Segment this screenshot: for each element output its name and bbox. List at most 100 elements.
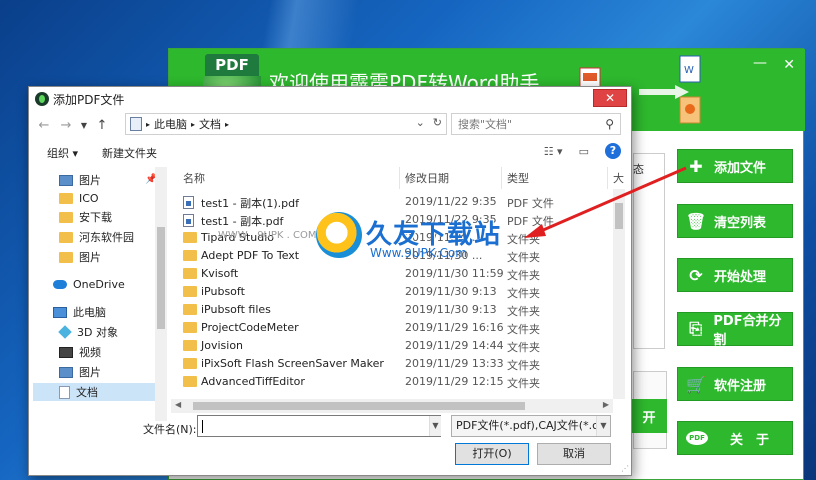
tree-item-documents[interactable]: 文档 [33, 383, 163, 401]
file-date: 2019/11/30 11:59 [405, 267, 504, 280]
folder-row[interactable]: iPubsoft files 2019/11/30 9:13 文件夹 [171, 301, 611, 319]
watermark-url: Www.9UPK.Com [370, 246, 467, 260]
file-name: test1 - 副本.pdf [201, 215, 284, 228]
folder-row[interactable]: iPubsoft 2019/11/30 9:13 文件夹 [171, 283, 611, 301]
tree-item-anxiazai[interactable]: 安下载 [33, 208, 163, 226]
clear-list-label: 清空列表 [714, 215, 767, 231]
back-arrow-icon[interactable]: ← [33, 118, 55, 133]
tree-item-hedong[interactable]: 河东软件园 [33, 228, 163, 246]
pdf-file-icon [183, 214, 194, 227]
cancel-button[interactable]: 取消 [537, 443, 611, 465]
folder-row[interactable]: Jovision 2019/11/29 14:44 文件夹 [171, 337, 611, 355]
address-dropdown-icon[interactable]: ▸ [146, 120, 150, 129]
dialog-titlebar[interactable]: 添加PDF文件 ✕ [29, 87, 631, 111]
pdf-merge-split-button[interactable]: ⎘ PDF合并分割 [677, 312, 793, 348]
folder-icon [183, 286, 197, 297]
tree-item-ico[interactable]: ICO [33, 189, 163, 207]
column-divider[interactable] [501, 167, 502, 189]
file-type: 文件夹 [507, 251, 540, 264]
hscroll-thumb[interactable] [193, 402, 525, 410]
image-document-icon [679, 96, 701, 124]
tree-item-3d-objects[interactable]: 3D 对象 [33, 323, 163, 341]
register-button[interactable]: 🛒 软件注册 [677, 367, 793, 401]
tree-item-onedrive[interactable]: OneDrive [33, 275, 163, 293]
file-type: 文件夹 [507, 359, 540, 372]
organize-button[interactable]: 组织 ▾ [47, 145, 78, 161]
column-date[interactable]: 修改日期 [405, 170, 449, 186]
address-bar[interactable]: ▸ 此电脑 ▸ 文档 ▸ ⌄ ↻ [125, 113, 447, 135]
file-list-hscrollbar[interactable]: ◀ ▶ [171, 399, 613, 413]
filter-value: PDF文件(*.pdf),CAJ文件(*.caj) [456, 419, 611, 432]
app-close-button[interactable]: ✕ [783, 57, 795, 73]
folder-row[interactable]: Kvisoft 2019/11/30 11:59 文件夹 [171, 265, 611, 283]
view-mode-icon[interactable]: ☷ ▾ [544, 145, 563, 158]
view-controls: ☷ ▾ ▭ ? [544, 143, 621, 159]
app-minimize-button[interactable]: — [753, 55, 767, 71]
filter-dropdown-icon[interactable]: ▼ [596, 416, 610, 436]
refresh-icon[interactable]: ↻ [433, 116, 442, 129]
help-icon[interactable]: ? [605, 143, 621, 159]
add-file-button[interactable]: ✚ 添加文件 [677, 149, 793, 183]
scroll-right-icon[interactable]: ▶ [603, 400, 609, 409]
file-name: ProjectCodeMeter [201, 321, 299, 334]
column-name[interactable]: 名称 [183, 170, 205, 186]
search-placeholder: 搜索"文档" [458, 118, 513, 131]
history-dropdown-icon[interactable]: ⌄ [416, 116, 425, 129]
resize-grip-icon[interactable]: ⋰ [621, 464, 629, 473]
file-date: 2019/11/29 16:16 [405, 321, 504, 334]
tree-item-pictures[interactable]: 图片 [33, 363, 163, 381]
file-name: AdvancedTiffEditor [201, 375, 305, 388]
red-annotation-arrow [524, 166, 687, 238]
dialog-close-button[interactable]: ✕ [593, 89, 627, 107]
folder-icon [59, 251, 73, 263]
column-divider[interactable] [399, 167, 400, 189]
forward-arrow-icon[interactable]: → [55, 118, 77, 133]
about-button[interactable]: PDF 关 于 [677, 421, 793, 455]
preview-pane-icon[interactable]: ▭ [579, 145, 589, 158]
address-chevron-icon[interactable]: ▸ [191, 120, 195, 129]
recent-dropdown-icon[interactable]: ▼ [77, 121, 91, 130]
pictures-icon [59, 366, 73, 378]
folder-icon [183, 376, 197, 387]
clear-list-button[interactable]: 🗑 清空列表 [677, 204, 793, 238]
address-controls: ⌄ ↻ [416, 116, 442, 129]
file-name: iPubsoft files [201, 303, 271, 316]
folder-row[interactable]: ProjectCodeMeter 2019/11/29 16:16 文件夹 [171, 319, 611, 337]
tree-item-pictures-pinned[interactable]: 图片 📌 [33, 171, 163, 189]
refresh-icon: ⟳ [689, 265, 703, 285]
folder-icon [183, 340, 197, 351]
up-arrow-icon[interactable]: ↑ [91, 118, 113, 133]
search-box[interactable]: 搜索"文档" ⚲ [451, 113, 621, 135]
address-segment-computer[interactable]: 此电脑 [154, 116, 187, 132]
folder-row[interactable]: AdvancedTiffEditor 2019/11/29 12:15 文件夹 [171, 373, 611, 391]
file-date: 2019/11/30 9:13 [405, 285, 497, 298]
tree-item-label: 视频 [79, 346, 101, 359]
documents-icon [59, 385, 70, 399]
tree-item-pictures-folder[interactable]: 图片 [33, 248, 163, 266]
tree-item-this-pc[interactable]: 此电脑 [33, 303, 163, 321]
address-segment-documents[interactable]: 文档 [199, 116, 221, 132]
tree-scroll-thumb[interactable] [157, 227, 165, 329]
scroll-left-icon[interactable]: ◀ [175, 400, 181, 409]
folder-icon [183, 268, 197, 279]
file-name: Adept PDF To Text [201, 249, 300, 262]
tree-scrollbar[interactable] [155, 167, 167, 421]
file-type: 文件夹 [507, 287, 540, 300]
pdf-merge-split-label: PDF合并分割 [713, 314, 782, 348]
cart-icon: 🛒 [686, 374, 706, 394]
filename-input[interactable] [197, 415, 441, 437]
search-icon[interactable]: ⚲ [605, 117, 614, 131]
file-type: 文件夹 [507, 269, 540, 282]
tree-item-label: OneDrive [73, 277, 125, 291]
start-process-button[interactable]: ⟳ 开始处理 [677, 258, 793, 292]
tree-item-label: 此电脑 [73, 306, 106, 319]
file-type-filter[interactable]: PDF文件(*.pdf),CAJ文件(*.caj) ▼ [451, 415, 611, 437]
open-folder-button[interactable]: 开 [631, 399, 667, 433]
tree-item-videos[interactable]: 视频 [33, 343, 163, 361]
folder-row[interactable]: iPixSoft Flash ScreenSaver Maker 2019/11… [171, 355, 611, 373]
file-date: 2019/11/29 14:44 [405, 339, 504, 352]
new-folder-button[interactable]: 新建文件夹 [102, 145, 157, 161]
filename-dropdown-icon[interactable]: ▼ [429, 416, 441, 436]
open-button[interactable]: 打开(O) [455, 443, 529, 465]
address-chevron-icon[interactable]: ▸ [225, 120, 229, 129]
